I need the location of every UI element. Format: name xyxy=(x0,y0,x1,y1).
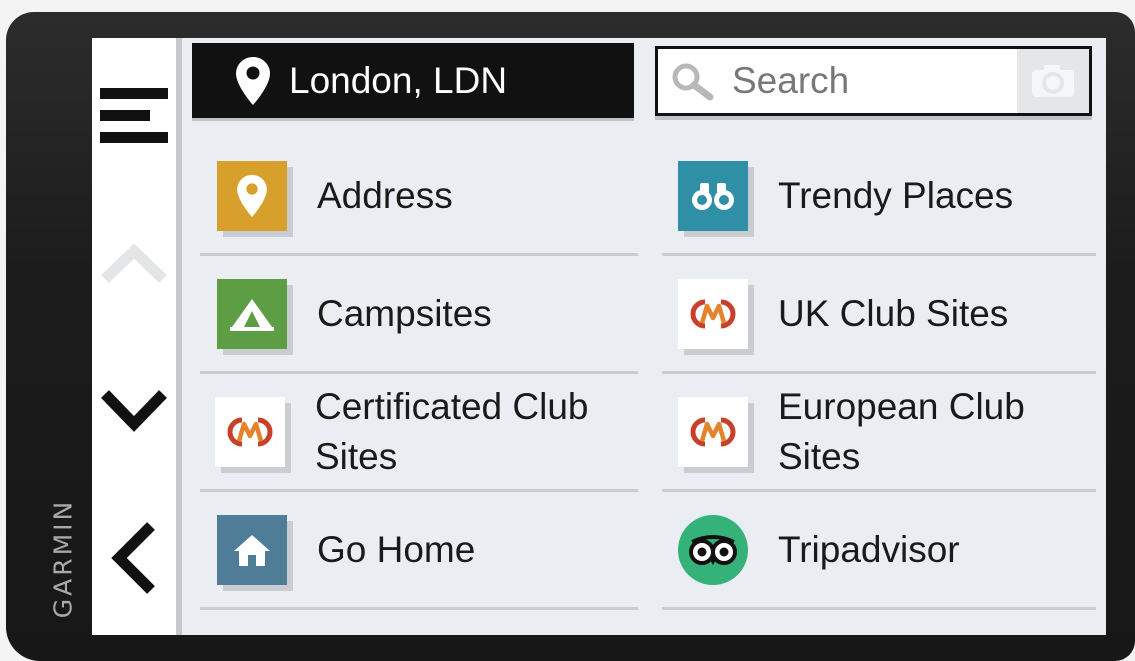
category-campsites[interactable]: Campsites xyxy=(200,256,638,374)
chevron-down-icon xyxy=(101,390,167,432)
search-bar[interactable] xyxy=(655,46,1092,116)
uk-club-sites-icon-tile xyxy=(678,278,748,349)
address-icon-tile xyxy=(217,160,287,231)
tripadvisor-icon-tile xyxy=(678,514,748,585)
european-club-sites-icon-tile xyxy=(678,396,748,467)
brand-text: GARMIN xyxy=(48,498,78,618)
category-uk-club-sites[interactable]: UK Club Sites xyxy=(662,256,1096,374)
current-location-button[interactable]: London, LDN xyxy=(192,43,634,118)
search-icon xyxy=(672,63,714,101)
go-home-icon-tile xyxy=(217,514,287,585)
certificated-club-sites-icon-tile xyxy=(215,396,285,467)
home-icon xyxy=(234,534,270,566)
category-label: Tripadvisor xyxy=(778,528,960,570)
location-pin-icon xyxy=(237,174,267,217)
brand-logo: GARMIN xyxy=(46,480,80,636)
camera-icon xyxy=(1032,65,1074,97)
screen: London, LDN Search Address Trendy Places… xyxy=(92,38,1106,635)
chevron-up-icon xyxy=(101,243,167,283)
category-label: Campsites xyxy=(317,292,492,334)
club-logo-icon xyxy=(690,417,736,446)
search-input[interactable] xyxy=(732,60,1012,102)
category-label: Go Home xyxy=(317,528,476,570)
tent-icon xyxy=(230,298,274,331)
category-european-club-sites[interactable]: European Club Sites xyxy=(662,374,1096,492)
campsites-icon-tile xyxy=(217,278,287,349)
category-trendy-places[interactable]: Trendy Places xyxy=(662,138,1096,256)
trendy-places-icon-tile xyxy=(678,160,748,231)
back-arrow-icon xyxy=(111,522,155,594)
hamburger-menu-icon xyxy=(100,88,168,143)
category-tripadvisor[interactable]: Tripadvisor xyxy=(662,492,1096,610)
menu-button[interactable] xyxy=(92,68,176,158)
club-logo-icon xyxy=(227,417,273,446)
current-location-text: London, LDN xyxy=(289,59,508,101)
main-panel: London, LDN Search Address Trendy Places… xyxy=(182,38,1106,635)
category-certificated-club-sites[interactable]: Certificated Club Sites xyxy=(200,374,638,492)
club-logo-icon xyxy=(690,299,736,328)
category-address[interactable]: Address xyxy=(200,138,638,256)
category-label: European Club Sites xyxy=(778,385,1025,477)
category-label: Trendy Places xyxy=(778,174,1014,216)
location-pin-icon xyxy=(236,56,270,105)
category-label: Address xyxy=(317,174,453,216)
back-button[interactable] xyxy=(92,508,176,608)
category-label: Certificated Club Sites xyxy=(315,385,589,477)
binoculars-icon xyxy=(692,182,734,210)
scroll-up-button[interactable] xyxy=(92,218,176,308)
category-label: UK Club Sites xyxy=(778,292,1009,334)
camera-button[interactable] xyxy=(1017,49,1089,113)
nav-rail xyxy=(92,38,182,635)
tripadvisor-owl-icon xyxy=(689,534,737,565)
category-go-home[interactable]: Go Home xyxy=(200,492,638,610)
scroll-down-button[interactable] xyxy=(92,360,176,460)
